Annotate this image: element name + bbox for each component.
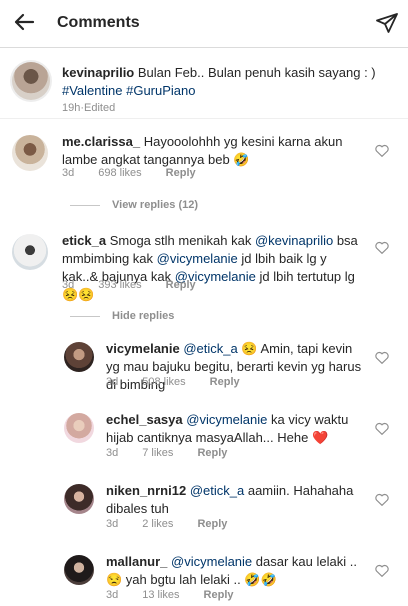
mention-link[interactable]: @etick_a bbox=[190, 483, 244, 498]
reply-text: echel_sasya @vicymelanie ka vicy waktu h… bbox=[106, 411, 362, 447]
comment-username[interactable]: me.clarissa_ bbox=[62, 134, 140, 149]
view-replies-label: View replies (12) bbox=[112, 199, 199, 211]
heart-icon bbox=[375, 493, 389, 511]
reply-meta: 3d 2 likes Reply bbox=[106, 518, 227, 530]
edited-label: Edited bbox=[84, 102, 116, 114]
hide-replies-label: Hide replies bbox=[112, 310, 175, 322]
reply-item: niken_nrni12 @etick_a aamiin. Hahahaha d… bbox=[0, 476, 408, 534]
reply-item: vicymelanie @etick_a 😣 Amin, tapi kevin … bbox=[0, 334, 408, 392]
page-title: Comments bbox=[57, 14, 140, 31]
reply-text: mallanur_ @vicymelanie dasar kau lelaki … bbox=[106, 553, 362, 589]
comment-meta: 3d 698 likes Reply bbox=[62, 167, 196, 179]
heart-icon bbox=[375, 144, 389, 162]
reply-button[interactable]: Reply bbox=[210, 376, 240, 388]
caption-text: kevinaprilio Bulan Feb.. Bulan penuh kas… bbox=[62, 64, 382, 100]
hide-replies-button[interactable]: Hide replies bbox=[70, 309, 174, 323]
avatar[interactable] bbox=[12, 135, 48, 171]
comment-username[interactable]: etick_a bbox=[62, 233, 106, 248]
reply-meta: 3d 7 likes Reply bbox=[106, 447, 227, 459]
reply-button[interactable]: Reply bbox=[166, 279, 196, 291]
likes-count[interactable]: 7 likes bbox=[142, 447, 173, 459]
timestamp: 3d bbox=[106, 589, 119, 601]
view-replies-button[interactable]: View replies (12) bbox=[70, 198, 198, 212]
comment-item: etick_a Smoga stlh menikah kak @kevinapr… bbox=[0, 220, 408, 312]
timestamp: 3d bbox=[62, 167, 75, 179]
reply-button[interactable]: Reply bbox=[197, 518, 227, 530]
likes-count[interactable]: 508 likes bbox=[142, 376, 185, 388]
timestamp: 3d bbox=[106, 518, 119, 530]
comment-meta: 3d 393 likes Reply bbox=[62, 279, 196, 291]
heart-icon bbox=[375, 351, 389, 369]
caption-meta: 19h · Edited bbox=[62, 102, 115, 114]
mention-link[interactable]: @vicymelanie bbox=[171, 554, 252, 569]
arrow-left-icon bbox=[12, 10, 36, 39]
reply-meta: 3d 508 likes Reply bbox=[106, 376, 240, 388]
heart-icon bbox=[375, 422, 389, 440]
mention-link[interactable]: @etick_a bbox=[183, 341, 237, 356]
share-button[interactable] bbox=[372, 10, 402, 40]
caption-username[interactable]: kevinaprilio bbox=[62, 65, 134, 80]
reply-meta: 3d 13 likes Reply bbox=[106, 589, 234, 601]
timestamp: 3d bbox=[106, 447, 119, 459]
hashtag-link[interactable]: #GuruPiano bbox=[126, 83, 195, 98]
comments-header: Comments bbox=[0, 0, 408, 48]
like-button[interactable] bbox=[374, 144, 390, 162]
reply-button[interactable]: Reply bbox=[166, 167, 196, 179]
like-button[interactable] bbox=[374, 351, 390, 369]
back-button[interactable] bbox=[8, 8, 40, 40]
avatar[interactable] bbox=[12, 234, 48, 270]
mention-link[interactable]: @vicymelanie bbox=[157, 251, 238, 266]
comment-text: etick_a Smoga stlh menikah kak @kevinapr… bbox=[62, 232, 358, 304]
comment-item: me.clarissa_ Hayooolohhh yg kesini karna… bbox=[0, 119, 408, 205]
reply-button[interactable]: Reply bbox=[204, 589, 234, 601]
divider bbox=[70, 204, 100, 206]
timestamp: 19h bbox=[62, 102, 81, 114]
avatar[interactable] bbox=[64, 413, 94, 443]
paper-plane-icon bbox=[375, 11, 399, 40]
mention-link[interactable]: @vicymelanie bbox=[186, 412, 267, 427]
like-button[interactable] bbox=[374, 241, 390, 259]
comment-text: me.clarissa_ Hayooolohhh yg kesini karna… bbox=[62, 133, 358, 169]
timestamp: 3d bbox=[106, 376, 119, 388]
reply-button[interactable]: Reply bbox=[197, 447, 227, 459]
reply-text: niken_nrni12 @etick_a aamiin. Hahahaha d… bbox=[106, 482, 362, 518]
reply-username[interactable]: mallanur_ bbox=[106, 554, 167, 569]
reply-username[interactable]: echel_sasya bbox=[106, 412, 183, 427]
mention-link[interactable]: @kevinaprilio bbox=[255, 233, 333, 248]
hashtag-link[interactable]: #Valentine bbox=[62, 83, 122, 98]
avatar[interactable] bbox=[64, 484, 94, 514]
like-button[interactable] bbox=[374, 493, 390, 511]
likes-count[interactable]: 2 likes bbox=[142, 518, 173, 530]
likes-count[interactable]: 698 likes bbox=[98, 167, 141, 179]
like-button[interactable] bbox=[374, 422, 390, 440]
avatar[interactable] bbox=[10, 60, 52, 102]
comment-body: Smoga stlh menikah kak bbox=[109, 233, 252, 248]
divider bbox=[70, 315, 100, 317]
timestamp: 3d bbox=[62, 279, 75, 291]
reply-item: mallanur_ @vicymelanie dasar kau lelaki … bbox=[0, 547, 408, 605]
avatar[interactable] bbox=[64, 342, 94, 372]
likes-count[interactable]: 13 likes bbox=[142, 589, 179, 601]
reply-item: echel_sasya @vicymelanie ka vicy waktu h… bbox=[0, 405, 408, 463]
post-caption: kevinaprilio Bulan Feb.. Bulan penuh kas… bbox=[0, 48, 408, 119]
like-button[interactable] bbox=[374, 564, 390, 582]
reply-username[interactable]: vicymelanie bbox=[106, 341, 180, 356]
reply-username[interactable]: niken_nrni12 bbox=[106, 483, 186, 498]
heart-icon bbox=[375, 564, 389, 582]
caption-body: Bulan Feb.. Bulan penuh kasih sayang : ) bbox=[137, 65, 376, 80]
avatar[interactable] bbox=[64, 555, 94, 585]
likes-count[interactable]: 393 likes bbox=[98, 279, 141, 291]
heart-icon bbox=[375, 241, 389, 259]
